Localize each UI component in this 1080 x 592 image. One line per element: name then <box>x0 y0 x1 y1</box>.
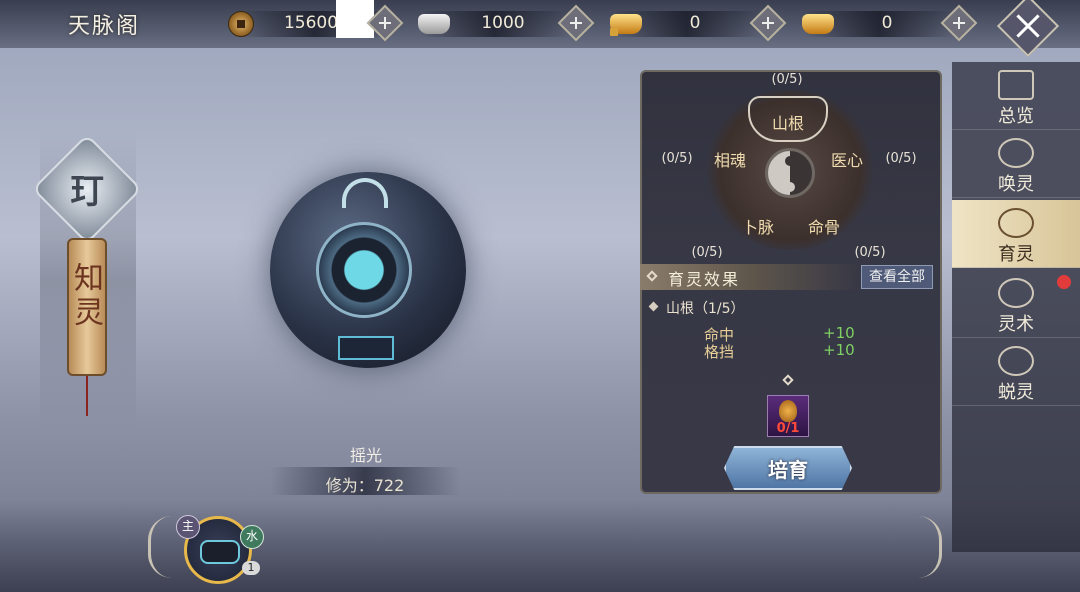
cultivation-value: 修为：722 <box>325 476 405 495</box>
yang-dot <box>785 182 795 192</box>
feather-icon <box>998 278 1034 308</box>
node-bumai[interactable]: 卜脉 <box>728 214 788 238</box>
spirit-name: 摇光 <box>349 446 382 465</box>
element-badge: 水 <box>240 525 264 549</box>
main-badge: 主 <box>176 515 200 539</box>
effect-section: 山根（1/5） <box>666 301 745 317</box>
redaction-box <box>336 0 374 38</box>
effect-title: 育灵效果 <box>668 270 741 289</box>
swirl-icon <box>998 138 1034 168</box>
stat-value: +10 <box>823 341 855 359</box>
gourd-icon <box>779 400 797 422</box>
page-title: 天脉阁 <box>68 14 141 39</box>
pavilion-icon <box>998 70 1034 100</box>
lotus-icon <box>998 346 1034 376</box>
scroll-label: 知灵 <box>68 262 103 330</box>
material-count: 0/1 <box>776 421 800 436</box>
node-shangen[interactable]: 山根 <box>758 110 818 134</box>
node-xianghun[interactable]: 相魂 <box>700 147 760 171</box>
spirit-thumbnail <box>200 540 240 564</box>
silver-amount: 1000 <box>481 13 525 33</box>
orb-base-slot <box>338 336 394 360</box>
view-all-button[interactable]: 查看全部 <box>861 265 933 289</box>
gold-amount: 0 <box>881 13 893 33</box>
copper-coin-icon <box>228 11 254 37</box>
stat-value: +10 <box>823 324 855 342</box>
emblem-glyph: 玎 <box>70 172 104 212</box>
dragon-egg-icon <box>998 208 1034 238</box>
yin-dot <box>785 156 795 166</box>
tassel <box>86 376 88 416</box>
node-count-bottom-left: (0/5) <box>691 245 723 260</box>
tab-molt-label: 蜕灵 <box>998 382 1034 403</box>
silver-ingot-icon <box>418 14 450 34</box>
node-yixin[interactable]: 医心 <box>817 147 877 171</box>
tab-spell-label: 灵术 <box>998 314 1034 335</box>
lock-icon <box>610 28 618 36</box>
stat-name: 格挡 <box>704 343 735 361</box>
node-count-bottom-right: (0/5) <box>854 245 886 260</box>
node-count-right: (0/5) <box>885 151 917 166</box>
tab-overview-label: 总览 <box>998 106 1034 127</box>
tab-summon-label: 唤灵 <box>998 174 1034 195</box>
orb-eye <box>316 222 412 318</box>
node-minggu[interactable]: 命骨 <box>794 214 854 238</box>
node-count-left: (0/5) <box>661 151 693 166</box>
tab-foster-label: 育灵 <box>998 244 1034 265</box>
locked-gold-amount: 0 <box>689 13 701 33</box>
level-badge: 1 <box>242 561 260 575</box>
node-count-top: (0/5) <box>771 72 803 87</box>
notification-dot <box>1057 275 1071 289</box>
foster-button-label: 培育 <box>768 458 808 482</box>
gold-ingot-icon <box>802 14 834 34</box>
